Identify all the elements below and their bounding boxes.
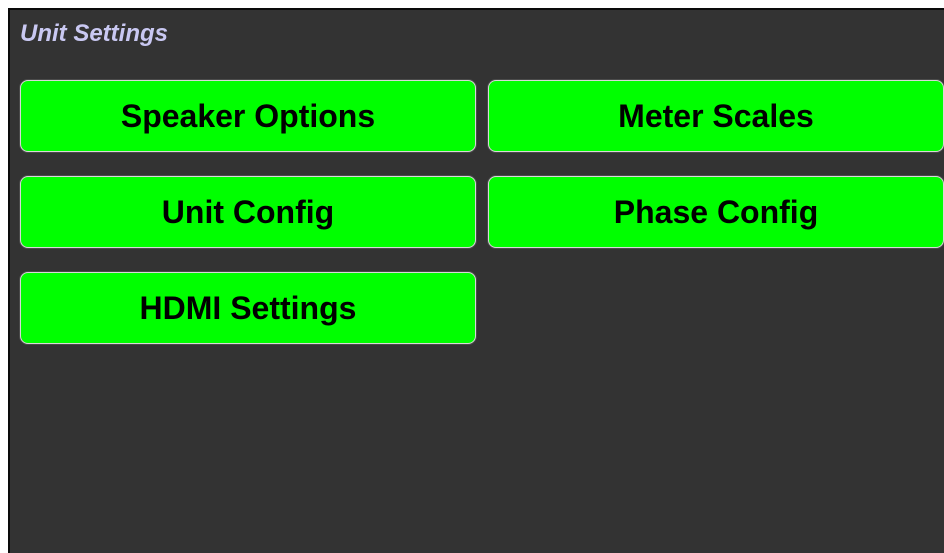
phase-config-label: Phase Config [613,193,819,230]
page-title: Unit Settings [20,20,168,47]
hdmi-settings-label: HDMI Settings [139,289,357,326]
speaker-options-button[interactable]: Speaker Options [20,80,476,152]
unit-settings-screen: Unit Settings Speaker Options Meter Scal… [8,8,944,553]
hdmi-settings-button[interactable]: HDMI Settings [20,272,476,344]
unit-config-button[interactable]: Unit Config [20,176,476,248]
phase-config-button[interactable]: Phase Config [488,176,944,248]
meter-scales-label: Meter Scales [618,97,814,134]
speaker-options-label: Speaker Options [120,97,376,134]
unit-config-label: Unit Config [161,193,335,230]
meter-scales-button[interactable]: Meter Scales [488,80,944,152]
